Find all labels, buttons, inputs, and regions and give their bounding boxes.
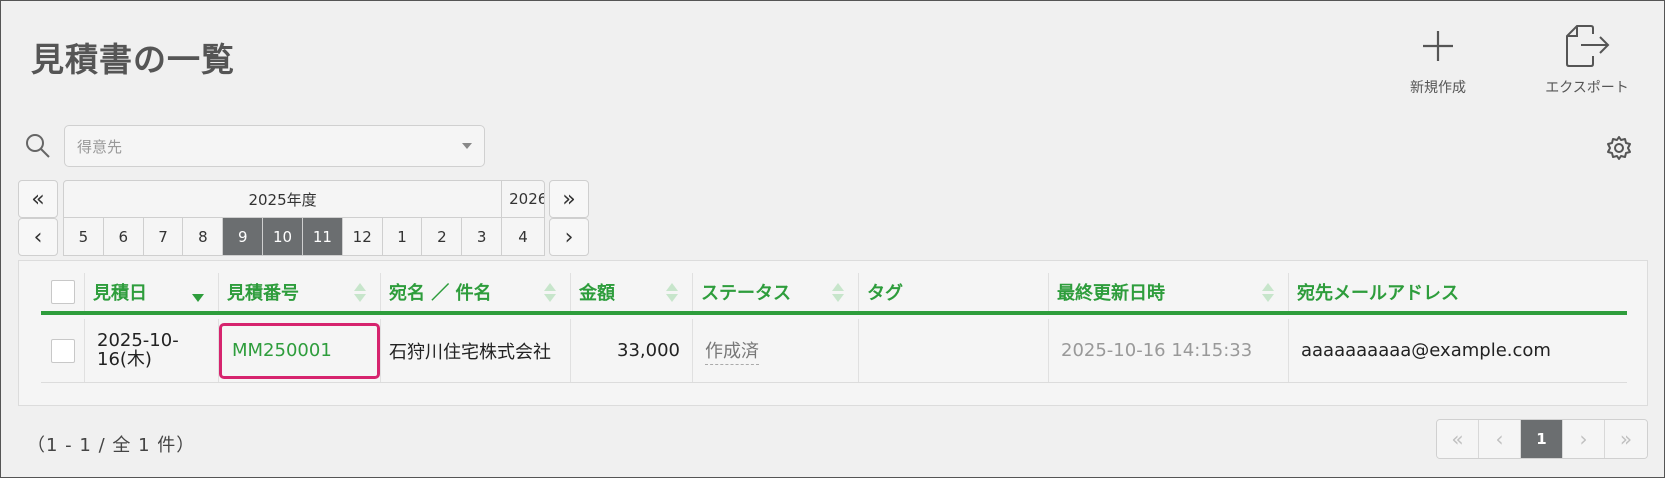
cell-updated: 2025-10-16 14:15:33 xyxy=(1049,319,1289,382)
prev-year-button[interactable]: « xyxy=(18,180,58,218)
month-7[interactable]: 7 xyxy=(144,218,184,255)
month-4[interactable]: 4 xyxy=(502,218,544,255)
month-8[interactable]: 8 xyxy=(183,218,224,255)
quotes-table: 見積日 見積番号 宛名 ／ 件名 金額 ステータス タグ 最終更新日時 宛先メー… xyxy=(18,260,1648,406)
pagination: « ‹ 1 › » xyxy=(1436,419,1648,459)
row-select-cell xyxy=(41,319,85,382)
col-quote-no-label: 見積番号 xyxy=(227,283,299,304)
next-fiscal-year[interactable]: 2026 xyxy=(502,181,544,217)
col-amount-label: 金額 xyxy=(579,283,615,304)
sort-icon xyxy=(666,283,678,302)
prev-month-button[interactable]: ‹ xyxy=(18,218,58,256)
col-status-label: ステータス xyxy=(701,283,791,304)
month-1[interactable]: 1 xyxy=(383,218,423,255)
status-badge[interactable]: 作成済 xyxy=(705,337,759,365)
search-icon xyxy=(25,133,51,163)
col-updated-label: 最終更新日時 xyxy=(1057,283,1165,304)
addressee-text: 石狩川住宅株式会社 xyxy=(389,341,551,363)
table-row[interactable]: 2025-10-16(木) MM250001 石狩川住宅株式会社 33,000 … xyxy=(41,319,1627,383)
month-3[interactable]: 3 xyxy=(462,218,503,255)
cell-status: 作成済 xyxy=(693,319,859,382)
last-page-button[interactable]: » xyxy=(1605,420,1647,458)
month-2[interactable]: 2 xyxy=(422,218,463,255)
col-quote-no[interactable]: 見積番号 xyxy=(219,273,381,311)
col-tag-label: タグ xyxy=(867,283,903,304)
sort-icon xyxy=(832,283,844,302)
first-page-button[interactable]: « xyxy=(1437,420,1479,458)
amount-text: 33,000 xyxy=(617,340,680,361)
customer-select[interactable]: 得意先 xyxy=(64,125,485,167)
month-11[interactable]: 11 xyxy=(302,218,343,255)
export-button-label: エクスポート xyxy=(1545,80,1629,96)
month-9[interactable]: 9 xyxy=(223,218,264,255)
cell-email: aaaaaaaaaa@example.com xyxy=(1289,319,1627,382)
sort-icon xyxy=(1262,283,1274,302)
cell-tag xyxy=(859,319,1049,382)
next-page-button[interactable]: › xyxy=(1563,420,1605,458)
col-quote-date-label: 見積日 xyxy=(93,283,147,304)
table-header: 見積日 見積番号 宛名 ／ 件名 金額 ステータス タグ 最終更新日時 宛先メー… xyxy=(41,273,1627,315)
col-email-label: 宛先メールアドレス xyxy=(1297,283,1459,304)
email-text: aaaaaaaaaa@example.com xyxy=(1301,340,1551,361)
month-10[interactable]: 10 xyxy=(263,218,303,255)
cell-quote-date: 2025-10-16(木) xyxy=(85,319,219,382)
col-addressee[interactable]: 宛名 ／ 件名 xyxy=(381,273,571,311)
col-quote-date[interactable]: 見積日 xyxy=(85,273,219,311)
fiscal-year-bar: 2025年度 2026 xyxy=(63,180,545,218)
sort-icon xyxy=(544,283,556,302)
sort-icon xyxy=(192,283,204,302)
col-email: 宛先メールアドレス xyxy=(1289,273,1627,311)
new-button[interactable]: 新規作成 xyxy=(1390,21,1486,97)
prev-page-button[interactable]: ‹ xyxy=(1479,420,1521,458)
new-button-label: 新規作成 xyxy=(1410,80,1466,96)
select-all-checkbox[interactable] xyxy=(50,280,75,304)
next-year-button[interactable]: » xyxy=(549,180,589,218)
row-checkbox[interactable] xyxy=(50,338,75,363)
quote-date-text: 2025-10-16(木) xyxy=(97,329,179,370)
month-selector: 5 6 7 8 9 10 11 12 1 2 3 4 xyxy=(63,218,545,256)
cell-addressee: 石狩川住宅株式会社 xyxy=(381,319,571,382)
gear-icon[interactable] xyxy=(1606,135,1632,165)
cell-amount: 33,000 xyxy=(571,319,693,382)
select-all-cell xyxy=(41,273,85,311)
plus-icon xyxy=(1390,21,1486,71)
month-6[interactable]: 6 xyxy=(104,218,144,255)
current-fiscal-year[interactable]: 2025年度 xyxy=(64,181,503,217)
current-page[interactable]: 1 xyxy=(1521,420,1563,458)
chevron-down-icon xyxy=(462,143,472,149)
col-status[interactable]: ステータス xyxy=(693,273,859,311)
col-updated[interactable]: 最終更新日時 xyxy=(1049,273,1289,311)
next-month-button[interactable]: › xyxy=(549,218,589,256)
month-12[interactable]: 12 xyxy=(343,218,383,255)
result-count: （1 - 1 / 全 1 件） xyxy=(27,435,196,456)
customer-select-placeholder: 得意先 xyxy=(77,137,123,156)
page-title: 見積書の一覧 xyxy=(31,40,235,79)
col-amount[interactable]: 金額 xyxy=(571,273,693,311)
cell-quote-no: MM250001 xyxy=(219,319,381,382)
quote-number-link[interactable]: MM250001 xyxy=(219,322,380,379)
export-icon xyxy=(1539,21,1635,71)
export-button[interactable]: エクスポート xyxy=(1539,21,1635,97)
col-tag: タグ xyxy=(859,273,1049,311)
sort-icon xyxy=(354,283,366,302)
updated-text: 2025-10-16 14:15:33 xyxy=(1061,340,1253,361)
col-addressee-label: 宛名 ／ 件名 xyxy=(389,283,492,304)
month-5[interactable]: 5 xyxy=(64,218,104,255)
